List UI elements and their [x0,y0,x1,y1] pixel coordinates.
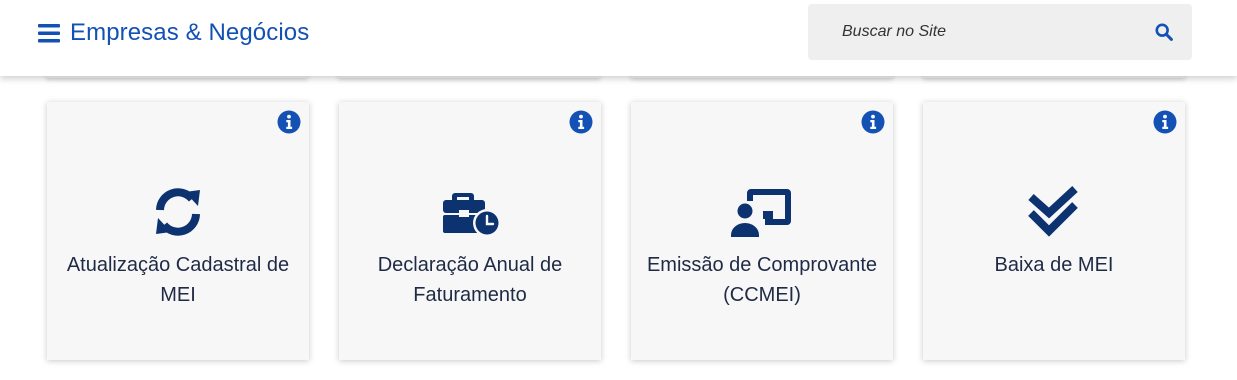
user-presentation-icon [631,184,893,240]
briefcase-clock-icon [339,184,601,240]
card-declaracao-anual[interactable]: Declaração Anual de Faturamento [339,102,601,360]
card-label: Baixa de MEI [994,254,1114,276]
search-input[interactable] [838,4,1146,60]
info-icon[interactable] [861,110,885,134]
info-icon[interactable] [1153,110,1177,134]
info-icon[interactable] [277,110,301,134]
info-icon[interactable] [569,110,593,134]
search-icon[interactable] [1152,20,1176,44]
double-check-icon [923,184,1185,240]
card-label: Declaração Anual de Faturamento [377,254,563,306]
card-label: Atualização Cadastral de MEI [66,254,290,306]
hamburger-icon[interactable] [38,23,62,43]
card-emissao-comprovante[interactable]: Emissão de Comprovante (CCMEI) [631,102,893,360]
card-baixa-mei[interactable]: Baixa de MEI [923,102,1185,360]
sync-icon [47,184,309,240]
site-title[interactable]: Empresas & Negócios [70,19,309,47]
site-header: Empresas & Negócios [0,0,1237,76]
card-atualizacao-cadastral[interactable]: Atualização Cadastral de MEI [47,102,309,360]
search-box [808,4,1192,60]
card-label: Emissão de Comprovante (CCMEI) [646,254,878,306]
menu-toggle-button[interactable]: Empresas & Negócios [38,18,309,48]
